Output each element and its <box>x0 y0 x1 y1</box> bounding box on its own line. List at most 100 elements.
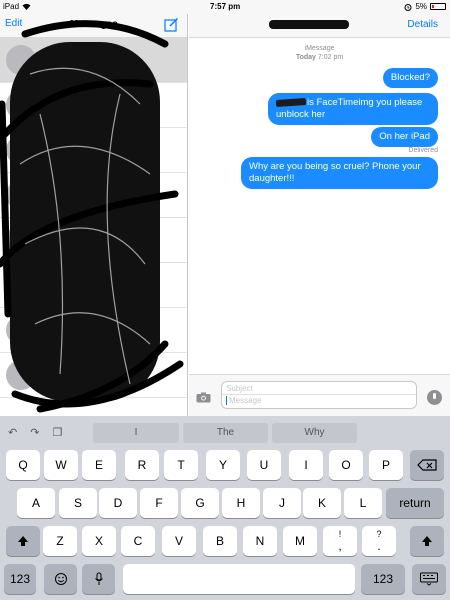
wifi-icon <box>22 3 31 10</box>
paste-icon[interactable]: ❐ <box>52 426 62 439</box>
key-exclaim-comma[interactable]: !, <box>323 526 357 556</box>
message-text: On her iPad <box>379 131 430 142</box>
key-r[interactable]: R <box>125 450 159 480</box>
avatar <box>6 90 36 120</box>
emoji-icon <box>54 573 67 585</box>
key-q[interactable]: Q <box>6 450 40 480</box>
message-bubble[interactable]: Blocked? <box>382 68 438 88</box>
key-e[interactable]: E <box>82 450 116 480</box>
key-h[interactable]: H <box>222 488 260 518</box>
key-g[interactable]: G <box>181 488 219 518</box>
compose-bar: Subject Message <box>189 374 450 416</box>
message-bubble[interactable]: Why are you being so cruel? Phone your d… <box>241 157 438 189</box>
microphone-icon[interactable] <box>427 390 442 405</box>
conversation-row[interactable] <box>0 308 187 353</box>
prediction-suggestion[interactable]: The <box>183 423 268 443</box>
details-button[interactable]: Details <box>407 19 438 30</box>
thread-time: 7:02 pm <box>317 54 344 61</box>
message-bubble[interactable]: is FaceTimeimg you please unblock her <box>268 93 438 125</box>
conversation-row[interactable] <box>0 38 187 83</box>
conversation-row[interactable] <box>0 263 187 308</box>
thread-nav: Details <box>189 14 450 38</box>
key-s[interactable]: S <box>59 488 97 518</box>
prediction-bar: ↶ ↷ ❐ I The Why <box>0 416 450 446</box>
key-k[interactable]: K <box>303 488 341 518</box>
microphone-icon <box>94 572 103 585</box>
message-bubble[interactable]: On her iPad <box>371 127 438 147</box>
shift-key-left[interactable] <box>6 526 40 556</box>
numbers-key-left[interactable]: 123 <box>4 564 36 594</box>
shift-icon <box>422 536 432 546</box>
compose-icon[interactable] <box>164 17 179 32</box>
thread-pane: Details iMessage Today 7:02 pm Blocked? … <box>189 14 450 416</box>
key-question-period[interactable]: ?. <box>362 526 396 556</box>
key-o[interactable]: O <box>329 450 363 480</box>
key-t[interactable]: T <box>164 450 198 480</box>
message-text: Why are you being so cruel? Phone your d… <box>249 161 421 184</box>
avatar <box>6 270 36 300</box>
prediction-suggestion[interactable]: Why <box>272 423 357 443</box>
emoji-key[interactable] <box>44 564 77 594</box>
battery-icon <box>430 3 446 10</box>
conversation-row[interactable] <box>0 128 187 173</box>
clock: 7:57 pm <box>210 2 241 11</box>
thread-day: Today <box>295 54 316 61</box>
key-j[interactable]: J <box>263 488 301 518</box>
conversation-row[interactable] <box>0 173 187 218</box>
numbers-key-right[interactable]: 123 <box>361 564 405 594</box>
device-name: iPad <box>3 2 20 11</box>
key-b[interactable]: B <box>203 526 237 556</box>
conversation-row[interactable] <box>0 353 187 398</box>
avatar <box>6 135 36 165</box>
thread-header: iMessage Today 7:02 pm <box>189 44 450 62</box>
avatar <box>6 315 36 345</box>
avatar <box>6 180 36 210</box>
message-input[interactable]: Message <box>222 395 416 406</box>
delivered-status: Delivered <box>408 147 438 154</box>
key-w[interactable]: W <box>44 450 78 480</box>
alarm-icon <box>404 3 412 11</box>
conversation-row[interactable] <box>0 83 187 128</box>
redacted-name-inline <box>275 97 307 108</box>
key-u[interactable]: U <box>247 450 281 480</box>
key-v[interactable]: V <box>162 526 196 556</box>
return-key[interactable]: return <box>386 488 444 518</box>
compose-field[interactable]: Subject Message <box>221 381 417 409</box>
service-label: iMessage <box>304 45 335 52</box>
conversation-list-pane: Edit Messages <box>0 14 188 416</box>
key-i[interactable]: I <box>289 450 323 480</box>
conversation-list-nav: Edit Messages <box>0 14 187 38</box>
key-y[interactable]: Y <box>206 450 240 480</box>
key-c[interactable]: C <box>121 526 155 556</box>
keyboard-icon <box>420 572 438 586</box>
battery-percent: 5% <box>415 2 427 11</box>
key-z[interactable]: Z <box>43 526 77 556</box>
shift-key-right[interactable] <box>410 526 444 556</box>
hide-keyboard-key[interactable] <box>412 564 446 594</box>
shift-icon <box>18 536 28 546</box>
status-bar: iPad 7:57 pm 5% <box>0 0 450 14</box>
key-d[interactable]: D <box>99 488 137 518</box>
key-m[interactable]: M <box>283 526 317 556</box>
key-p[interactable]: P <box>369 450 403 480</box>
key-a[interactable]: A <box>17 488 55 518</box>
space-bar[interactable] <box>123 564 355 594</box>
camera-icon[interactable] <box>196 392 211 403</box>
delete-key[interactable] <box>410 450 444 480</box>
avatar <box>6 225 36 255</box>
prediction-suggestion[interactable]: I <box>93 423 179 443</box>
subject-input[interactable]: Subject <box>222 382 416 395</box>
backspace-icon <box>417 459 437 471</box>
key-x[interactable]: X <box>82 526 116 556</box>
undo-icon[interactable]: ↶ <box>8 426 17 439</box>
redacted-contact-name <box>269 20 349 29</box>
key-l[interactable]: L <box>344 488 382 518</box>
dictation-key[interactable] <box>82 564 115 594</box>
conversation-row[interactable] <box>0 218 187 263</box>
key-f[interactable]: F <box>140 488 178 518</box>
conversation-list-title: Messages <box>70 19 118 30</box>
key-n[interactable]: N <box>243 526 277 556</box>
keyboard: ↶ ↷ ❐ I The Why Q W E R T Y U I O P A S … <box>0 416 450 600</box>
redo-icon[interactable]: ↷ <box>30 426 39 439</box>
edit-button[interactable]: Edit <box>5 18 22 29</box>
